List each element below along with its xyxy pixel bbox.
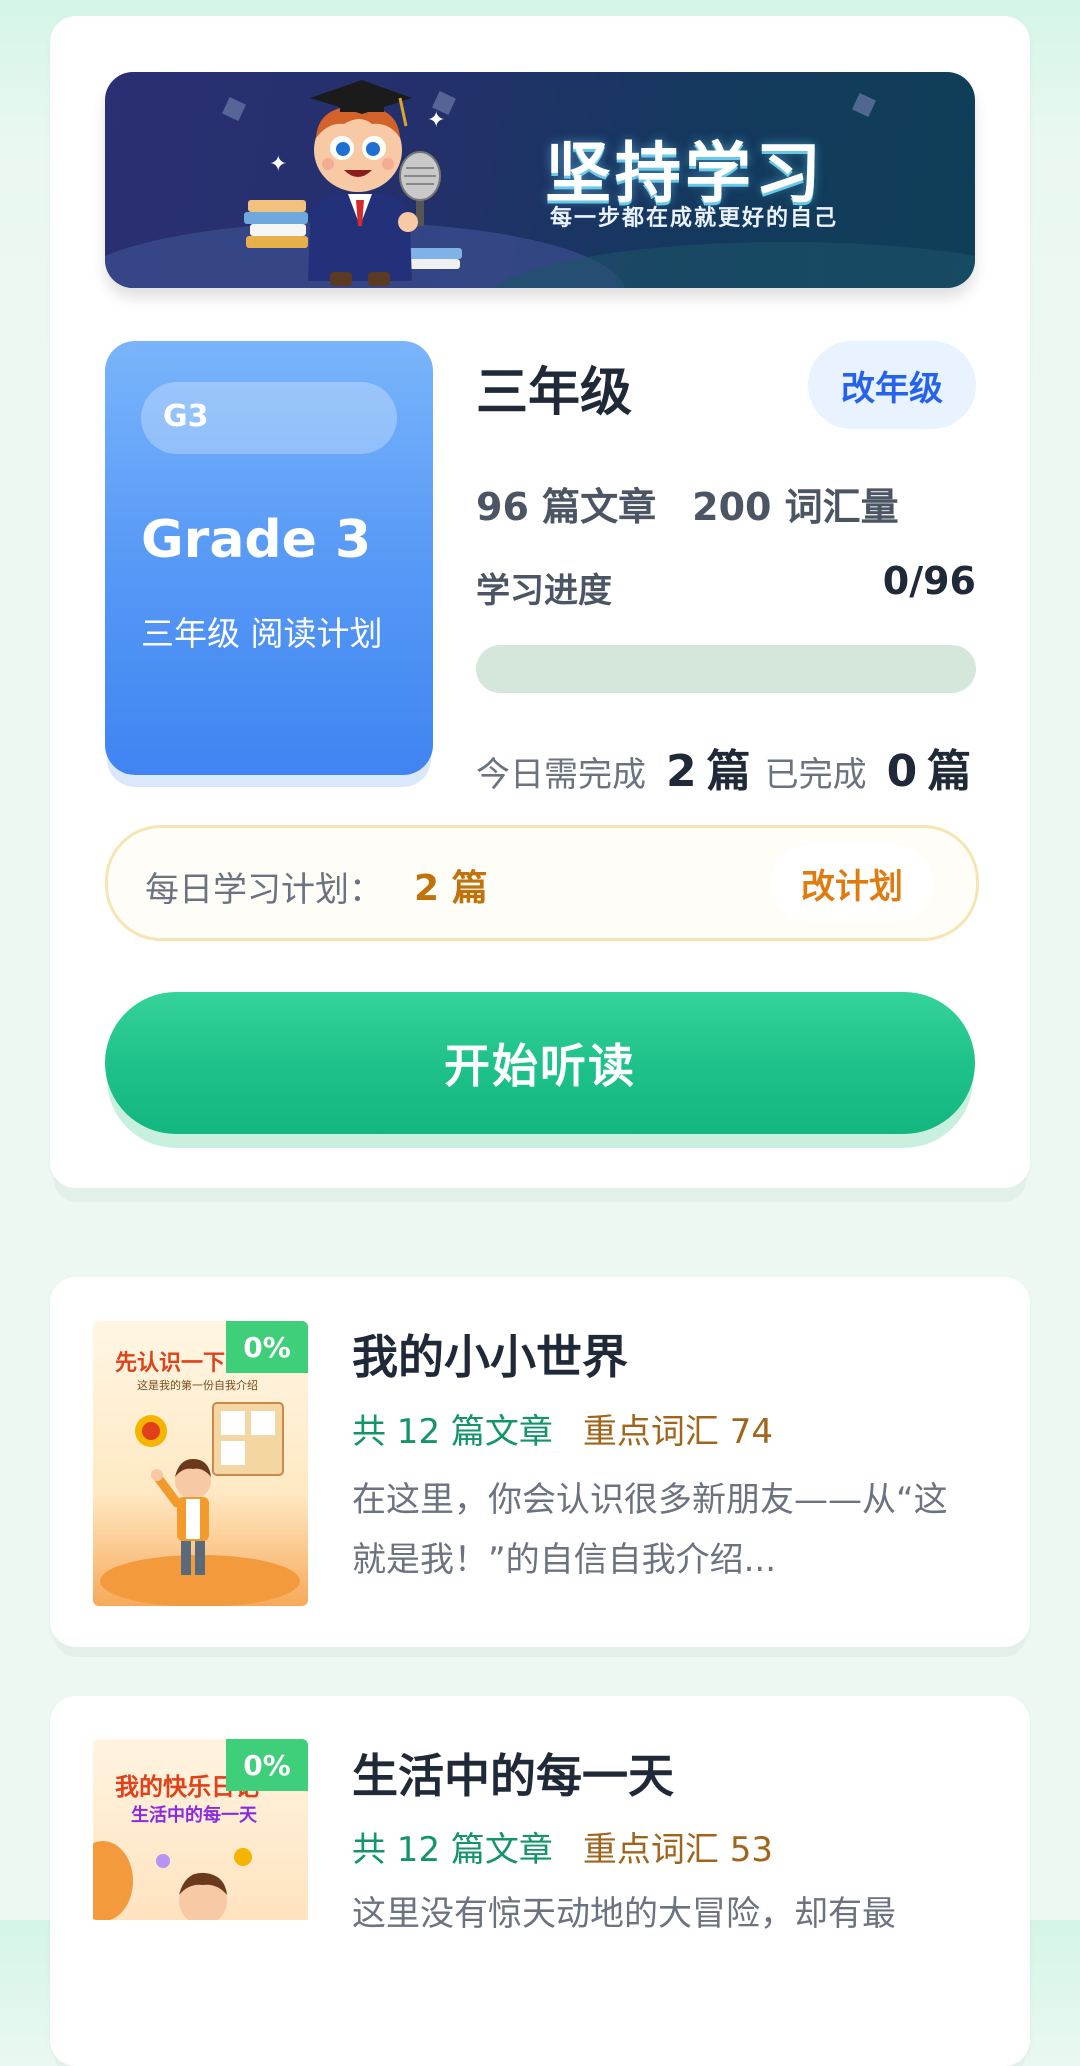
banner-subtitle: 每一步都在成就更好的自己 bbox=[550, 206, 839, 231]
article-count: 96 篇文章 bbox=[476, 485, 657, 529]
cover-subtitle: 生活中的每一天 bbox=[131, 1805, 257, 1826]
today-required-label: 今日需完成 bbox=[476, 755, 646, 795]
daily-plan-label: 每日学习计划： bbox=[145, 870, 383, 910]
progress-badge: 0% bbox=[226, 1321, 308, 1373]
grade-code: G3 bbox=[163, 399, 209, 434]
grade-name-en: Grade 3 bbox=[141, 510, 372, 570]
grade-stats: 96 篇文章 200 词汇量 bbox=[476, 476, 899, 531]
progress-bar bbox=[476, 645, 976, 693]
unit-article-count: 共 12 篇文章 bbox=[352, 1412, 553, 1452]
start-listening-button[interactable]: 开始听读 bbox=[105, 992, 975, 1134]
unit-description: 在这里，你会认识很多新朋友——从“这就是我！”的自信自我介绍... bbox=[352, 1480, 948, 1580]
unit-meta: 共 12 篇文章 重点词汇 74 bbox=[352, 1404, 773, 1453]
graduate-mascot-illustration bbox=[244, 80, 462, 286]
cover-title: 先认识一下 bbox=[115, 1351, 226, 1376]
confetti-decoration bbox=[852, 93, 876, 117]
child-presenting-illustration bbox=[100, 1402, 300, 1606]
grade-title: 三年级 bbox=[476, 363, 633, 423]
motivation-banner: ✦ ✦ 坚持学习 每一步都在成就更好的自己 bbox=[105, 72, 975, 288]
grade-plan-text: 三年级 阅读计划 bbox=[141, 614, 383, 653]
today-done-label: 已完成 bbox=[764, 755, 867, 795]
today-done-count: 0 bbox=[886, 746, 918, 797]
unit-vocab-count: 重点词汇 74 bbox=[582, 1412, 773, 1452]
unit-vocab-count: 重点词汇 53 bbox=[582, 1830, 773, 1870]
unit-description: 这里没有惊天动地的大冒险，却有最 bbox=[352, 1894, 896, 1934]
child-diary-illustration bbox=[93, 1841, 252, 1920]
vocab-count: 200 词汇量 bbox=[692, 485, 899, 529]
progress-label: 学习进度 bbox=[476, 571, 612, 611]
progress-count: 0/96 bbox=[882, 559, 976, 603]
today-required-unit: 篇 bbox=[706, 746, 751, 797]
change-plan-button[interactable]: 改计划 bbox=[771, 845, 933, 921]
unit-title: 我的小小世界 bbox=[352, 1330, 628, 1384]
daily-plan-value: 2 篇 bbox=[414, 868, 488, 909]
progress-badge: 0% bbox=[226, 1739, 308, 1791]
unit-article-count: 共 12 篇文章 bbox=[352, 1830, 553, 1870]
unit-cover-image: 先认识一下 这是我的第一份自我介绍 0% bbox=[93, 1321, 308, 1606]
unit-meta: 共 12 篇文章 重点词汇 53 bbox=[352, 1822, 773, 1871]
today-done-unit: 篇 bbox=[927, 746, 972, 797]
unit-cover-image: 我的快乐日记 生活中的每一天 0% bbox=[93, 1739, 308, 1920]
today-goal-row: 今日需完成 2 篇 已完成 0 篇 bbox=[476, 735, 976, 799]
change-grade-button[interactable]: 改年级 bbox=[808, 341, 976, 429]
unit-title: 生活中的每一天 bbox=[352, 1749, 674, 1803]
today-required-count: 2 bbox=[666, 746, 697, 797]
